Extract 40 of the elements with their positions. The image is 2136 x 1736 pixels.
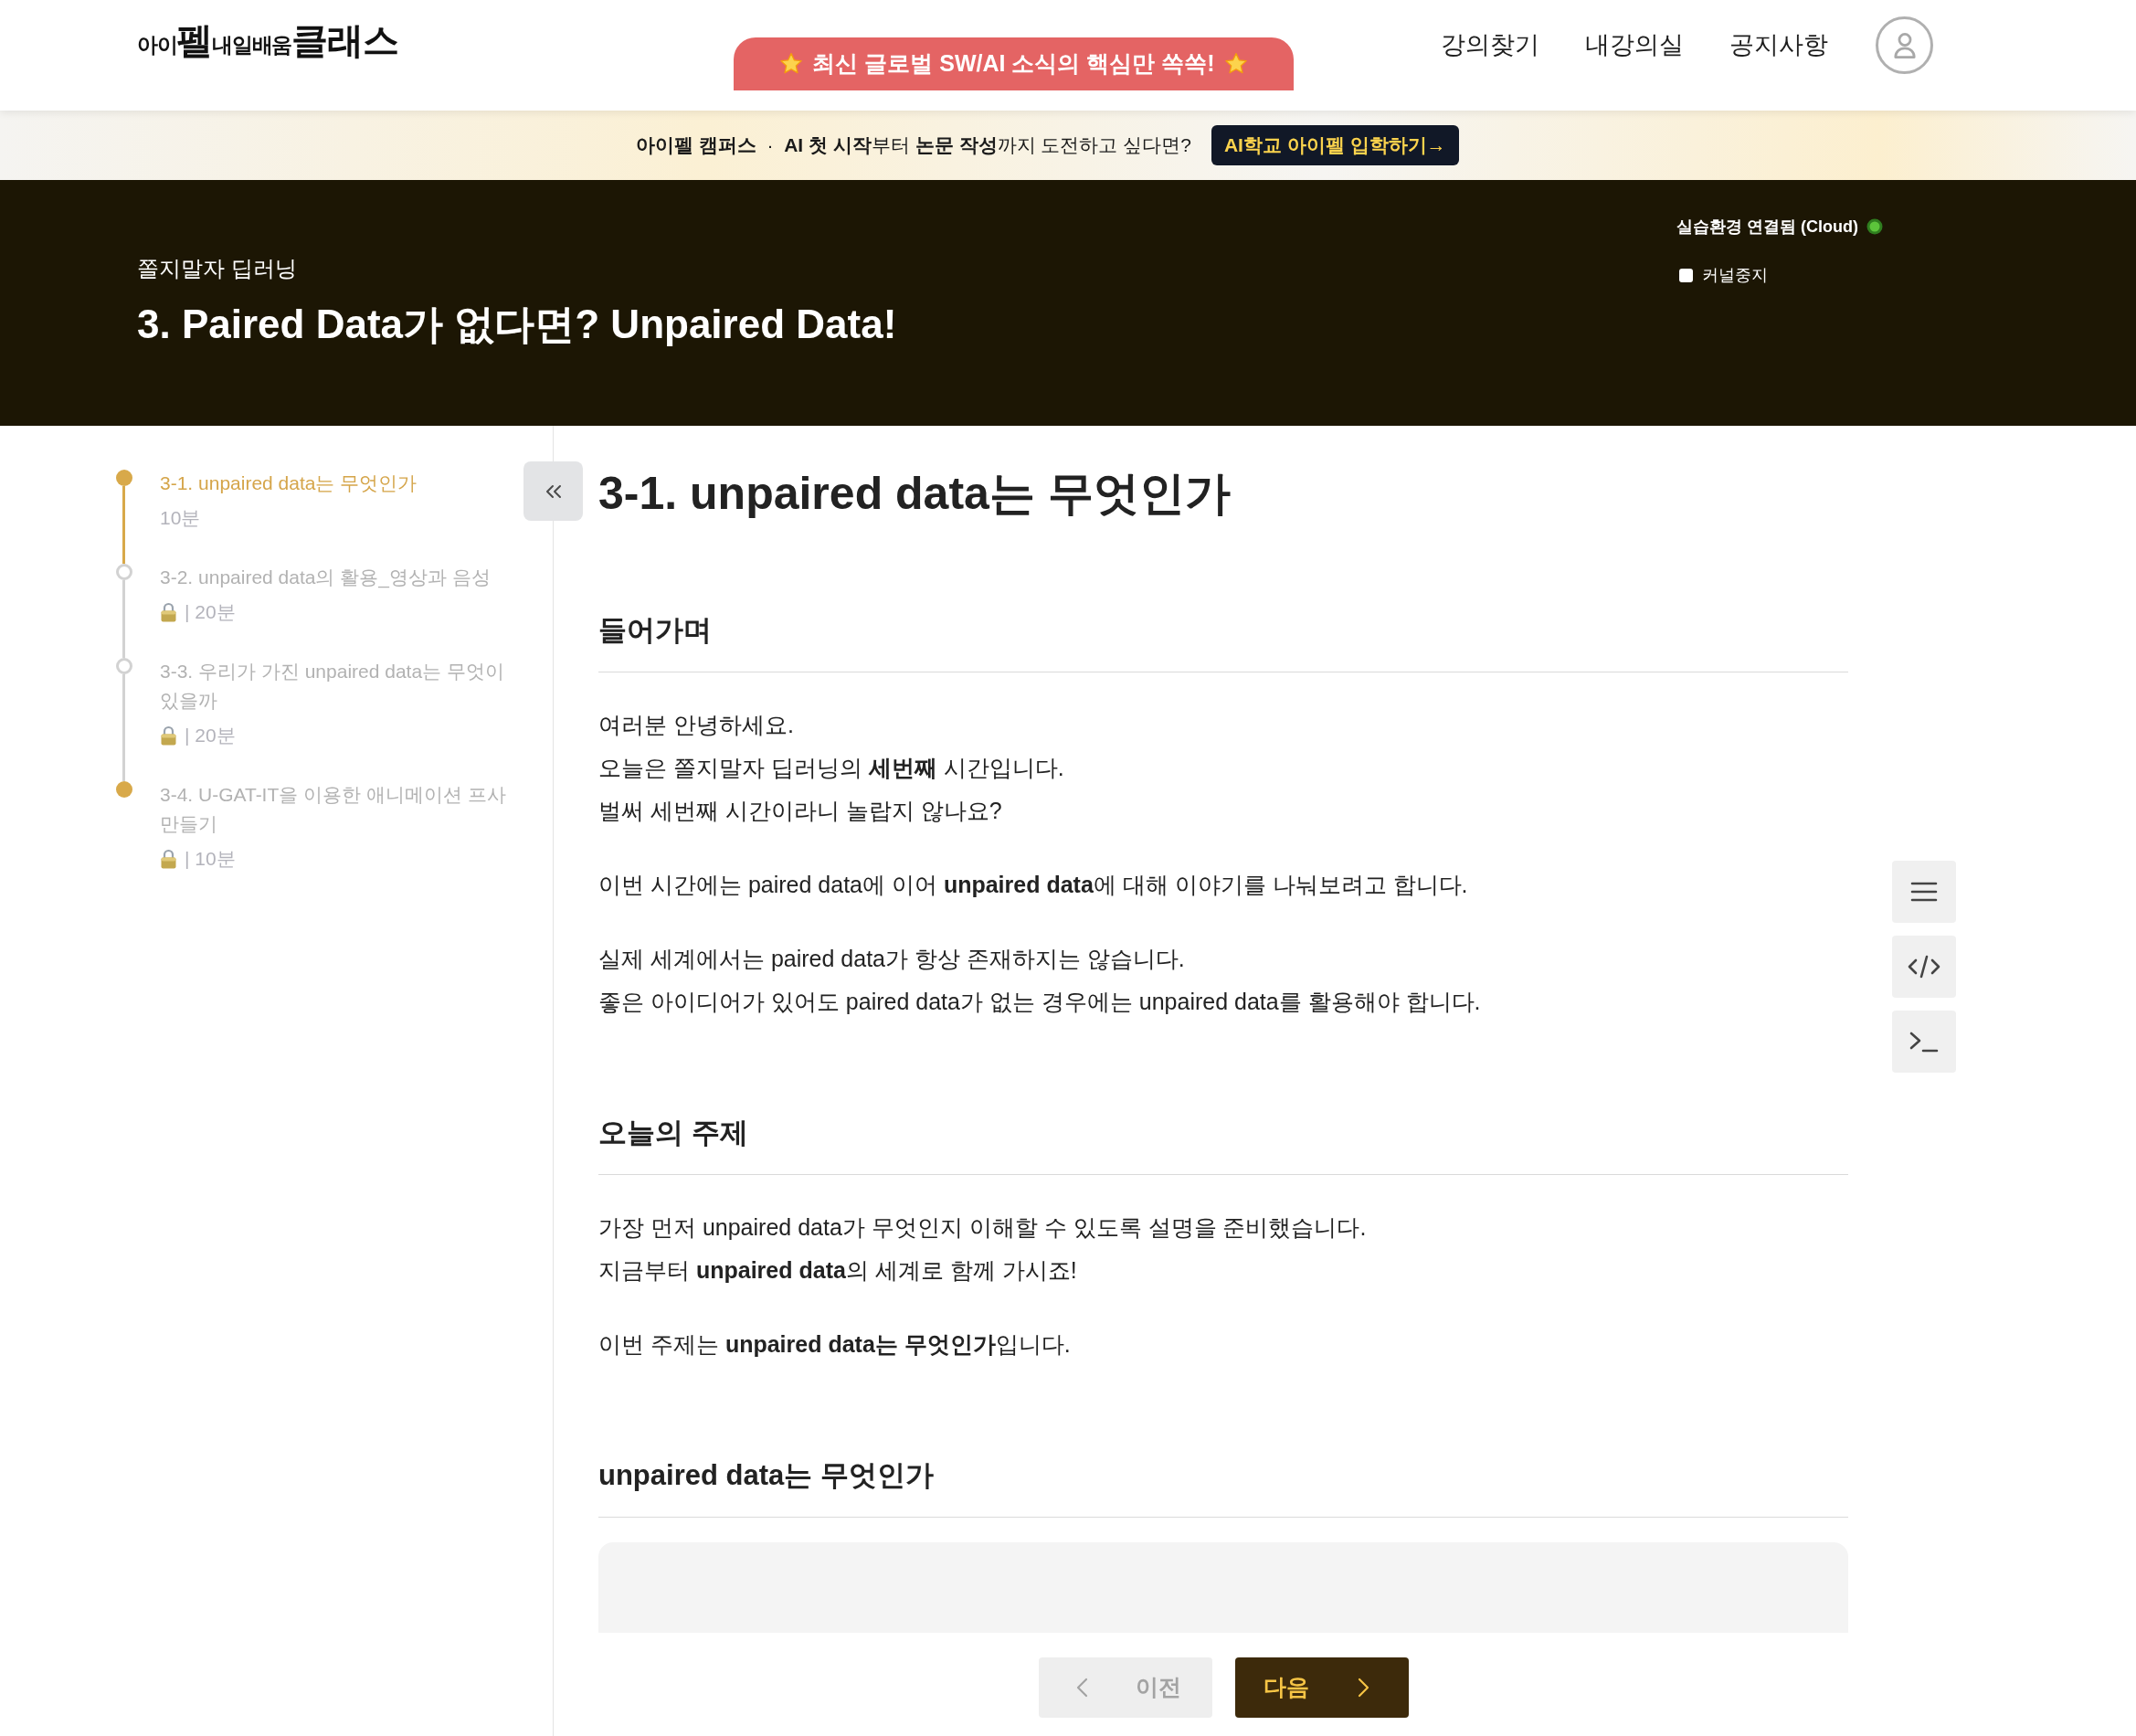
logo[interactable]: 아이펠내일배움클래스 [137, 22, 398, 58]
nav-link[interactable]: 공지사항 [1729, 26, 1828, 64]
body-text: 오늘은 쫄지말자 딥러닝의 세번째 시간입니다. [598, 754, 1064, 782]
chevron-left-icon [1075, 1678, 1088, 1698]
body-text: 벌써 세번째 시간이라니 놀랍지 않나요? [598, 797, 1002, 825]
body-text: 좋은 아이디어가 있어도 paired data가 없는 경우에는 unpaired data를 활용해야 합니다. [598, 988, 1481, 1016]
body-text: 가장 먼저 unpaired data가 무엇인지 이해할 수 있도록 설명을 준비했습니다. [598, 1213, 1367, 1242]
code-icon [1908, 955, 1940, 979]
section-heading: 들어가며 [598, 613, 712, 648]
status-text: 실습환경 연결됨 (Cloud) [1676, 216, 1858, 238]
body-text: 지금부터 unpaired data의 세계로 함께 가시죠! [598, 1256, 1077, 1285]
chapter-title: 3. Paired Data가 없다면? Unpaired Data! [137, 301, 897, 348]
star-icon [1223, 52, 1248, 76]
section-heading: 오늘의 주제 [598, 1116, 748, 1150]
next-button[interactable]: 다음 [1234, 1657, 1409, 1718]
body-text: 이번 주제는 unpaired data는 무엇인가입니다. [598, 1330, 1071, 1359]
menu-icon [1910, 881, 1938, 903]
terminal-icon [1909, 1031, 1939, 1053]
checkbox-label: 커널중지 [1702, 264, 1768, 286]
lesson-duration: 10분 [160, 506, 201, 530]
cta-button[interactable]: AI학교 아이펠 입학하기→ [1211, 125, 1459, 165]
star-icon [779, 52, 804, 76]
checkbox[interactable] [1679, 268, 1693, 282]
code-button[interactable] [1892, 936, 1956, 998]
terminal-button[interactable] [1892, 1011, 1956, 1073]
menu-button[interactable] [1892, 861, 1956, 923]
section-heading: unpaired data는 무엇인가 [598, 1458, 934, 1493]
body-text: 여러분 안녕하세요. [598, 711, 794, 739]
chevron-right-icon [1357, 1678, 1369, 1698]
nav-link[interactable]: 강의찾기 [1441, 26, 1539, 64]
lesson-duration: | 10분 [185, 847, 236, 871]
course-name: 쫄지말자 딥러닝 [137, 255, 297, 282]
body-text: 실제 세계에서는 paired data가 항상 존재하지는 않습니다. [598, 945, 1185, 973]
notice-text: 아이펠 캠퍼스 · AI 첫 시작부터 논문 작성까지 도전하고 싶다면? [636, 133, 1191, 158]
user-icon [1892, 31, 1917, 59]
lesson-title: 3-1. unpaired data는 무엇인가 [598, 467, 1231, 521]
body-text: 이번 시간에는 paired data에 이어 unpaired data에 대해 이야기를 나눠보려고 합니다. [598, 871, 1468, 899]
lesson-duration: | 20분 [185, 600, 236, 624]
lesson-duration: | 20분 [185, 724, 236, 747]
nav-link[interactable]: 내강의실 [1585, 26, 1684, 64]
